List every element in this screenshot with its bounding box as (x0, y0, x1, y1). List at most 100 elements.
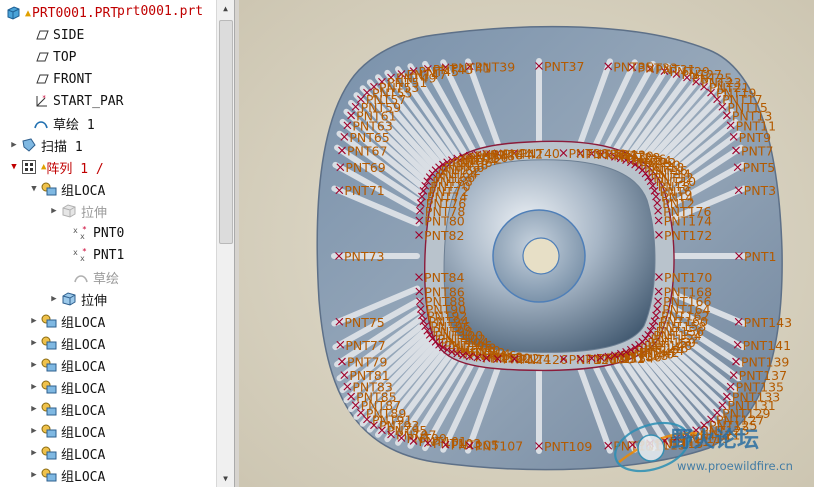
model-3d-view[interactable]: PNT1PNT3PNT5PNT7PNT9PNT11PNT13PNT15PNT17… (239, 0, 814, 487)
datum-point-label[interactable]: PNT7 (741, 143, 773, 158)
expand-icon[interactable]: ▶ (48, 294, 60, 304)
extrude-icon (60, 203, 78, 219)
tree-tab-title: prt0001.prt (117, 4, 203, 19)
scrollbar-thumb[interactable] (219, 20, 233, 244)
group-icon (40, 379, 58, 395)
expand-icon[interactable]: ▶ (28, 470, 40, 480)
expand-icon[interactable]: ▶ (28, 448, 40, 458)
pattern-icon (20, 159, 38, 175)
tree-item[interactable]: ▼▲阵列 1 / (8, 156, 104, 178)
tree-item[interactable]: xx*PNT0 (60, 222, 124, 244)
datum-point-label[interactable]: PNT176 (663, 204, 711, 219)
tree-item[interactable]: ▶拉伸 (48, 200, 107, 222)
tree-item-label: 拉伸 (81, 290, 107, 309)
tree-item[interactable]: TOP (20, 46, 76, 68)
datum-point-label[interactable]: PNT170 (664, 270, 712, 285)
tree-item-label: 扫描 1 (41, 136, 83, 155)
tree-item-label: PNT1 (93, 248, 124, 263)
datum-point-label[interactable]: PNT80 (424, 213, 464, 228)
tree-item[interactable]: * START_PAR (20, 90, 123, 112)
tree-item[interactable]: ▶ 扫描 1 (8, 134, 83, 156)
datum-point-label[interactable]: PNT172 (664, 228, 712, 243)
expand-icon[interactable]: ▶ (28, 404, 40, 414)
collapse-icon[interactable]: ▼ (8, 162, 20, 172)
expand-icon[interactable]: ▶ (8, 140, 20, 150)
datum-point-label[interactable]: PNT67 (347, 143, 387, 158)
datum-point-label[interactable]: PNT71 (344, 183, 384, 198)
tree-item[interactable]: 草绘 (60, 266, 119, 288)
expand-icon[interactable]: ▶ (28, 360, 40, 370)
tree-item[interactable]: ▼ 组LOCA (28, 178, 105, 200)
tree-item[interactable]: ▶ 组LOCA (28, 464, 105, 486)
tree-vertical-scrollbar[interactable]: ▲ ▼ (216, 0, 234, 487)
datum-point-icon: xx* (72, 247, 90, 263)
datum-point-label[interactable]: PNT3 (744, 183, 776, 198)
tree-item-label: 草绘 (93, 268, 119, 287)
datum-point-label[interactable]: PNT139 (741, 355, 789, 370)
tree-item[interactable]: ▶组LOCA (28, 354, 105, 376)
datum-point-label[interactable]: PNT35 (613, 59, 653, 74)
datum-point-label[interactable]: PNT38 (569, 146, 609, 161)
tree-item[interactable]: SIDE (20, 24, 84, 46)
graphics-viewport[interactable]: PNT1PNT3PNT5PNT7PNT9PNT11PNT13PNT15PNT17… (239, 0, 814, 487)
tree-item[interactable]: ▶组LOCA (28, 442, 105, 464)
part-icon (4, 5, 22, 21)
tree-item-label: 组LOCA (61, 466, 105, 485)
tree-item[interactable]: FRONT (20, 68, 92, 90)
expand-icon[interactable]: ▶ (48, 206, 60, 216)
model-tree-root[interactable]: ▲ PRT0001.PRT (4, 2, 118, 24)
tree-item[interactable]: xx*PNT1 (60, 244, 124, 266)
tree-item-label: 组LOCA (61, 180, 105, 199)
watermark: 野火论坛 www.proewildfire.cn (607, 420, 814, 487)
tree-item[interactable]: 草绘 1 (20, 112, 95, 134)
center-hole (523, 238, 559, 274)
expand-icon[interactable]: ▶ (28, 382, 40, 392)
datum-point-label[interactable]: PNT168 (664, 285, 712, 300)
datum-point-icon: xx* (72, 225, 90, 241)
sketch-icon (72, 269, 90, 285)
svg-text:*: * (82, 248, 87, 256)
scroll-down-icon[interactable]: ▼ (217, 470, 234, 487)
group-icon (40, 467, 58, 483)
tree-item-label: 组LOCA (61, 312, 105, 331)
group-icon (40, 401, 58, 417)
tree-item[interactable]: ▶组LOCA (28, 420, 105, 442)
datum-point-label[interactable]: PNT75 (344, 315, 384, 330)
expand-icon[interactable]: ▶ (28, 338, 40, 348)
datum-point-label[interactable]: PNT73 (344, 249, 384, 264)
datum-plane-icon (32, 49, 50, 65)
group-icon (40, 423, 58, 439)
tree-item[interactable]: ▶组LOCA (28, 332, 105, 354)
datum-point-label[interactable]: PNT1 (744, 249, 776, 264)
datum-point-label[interactable]: PNT137 (739, 368, 787, 383)
svg-text:*: * (42, 94, 46, 102)
tree-item[interactable]: ▶组LOCA (28, 376, 105, 398)
tree-item-label: FRONT (53, 72, 92, 87)
tree-item-label: 组LOCA (61, 400, 105, 419)
group-icon (40, 313, 58, 329)
datum-point-label[interactable]: PNT143 (744, 315, 792, 330)
expand-icon[interactable]: ▶ (28, 316, 40, 326)
datum-plane-icon (32, 71, 50, 87)
collapse-icon[interactable]: ▼ (28, 184, 40, 194)
tree-item[interactable]: ▶ 组LOCA (28, 398, 105, 420)
svg-text:x: x (73, 226, 78, 235)
datum-point-label[interactable]: PNT37 (544, 59, 584, 74)
datum-point-label[interactable]: PNT109 (544, 439, 592, 454)
tree-item-label: TOP (53, 50, 76, 65)
tree-item-label: START_PAR (53, 94, 123, 109)
tree-item[interactable]: ▶ 拉伸 (48, 288, 107, 310)
datum-point-label[interactable]: PNT126 (519, 352, 567, 367)
expand-icon[interactable]: ▶ (28, 426, 40, 436)
datum-point-label[interactable]: PNT84 (424, 270, 464, 285)
datum-point-label[interactable]: PNT77 (345, 338, 385, 353)
scroll-up-icon[interactable]: ▲ (217, 0, 234, 17)
datum-point-label[interactable]: PNT107 (475, 439, 523, 454)
sweep-icon (20, 137, 38, 153)
datum-point-label[interactable]: PNT82 (424, 228, 464, 243)
datum-point-label[interactable]: PNT141 (743, 338, 791, 353)
datum-point-label[interactable]: PNT5 (743, 160, 775, 175)
extrude-icon (60, 291, 78, 307)
datum-point-label[interactable]: PNT69 (345, 160, 385, 175)
tree-item[interactable]: ▶ 组LOCA (28, 310, 105, 332)
